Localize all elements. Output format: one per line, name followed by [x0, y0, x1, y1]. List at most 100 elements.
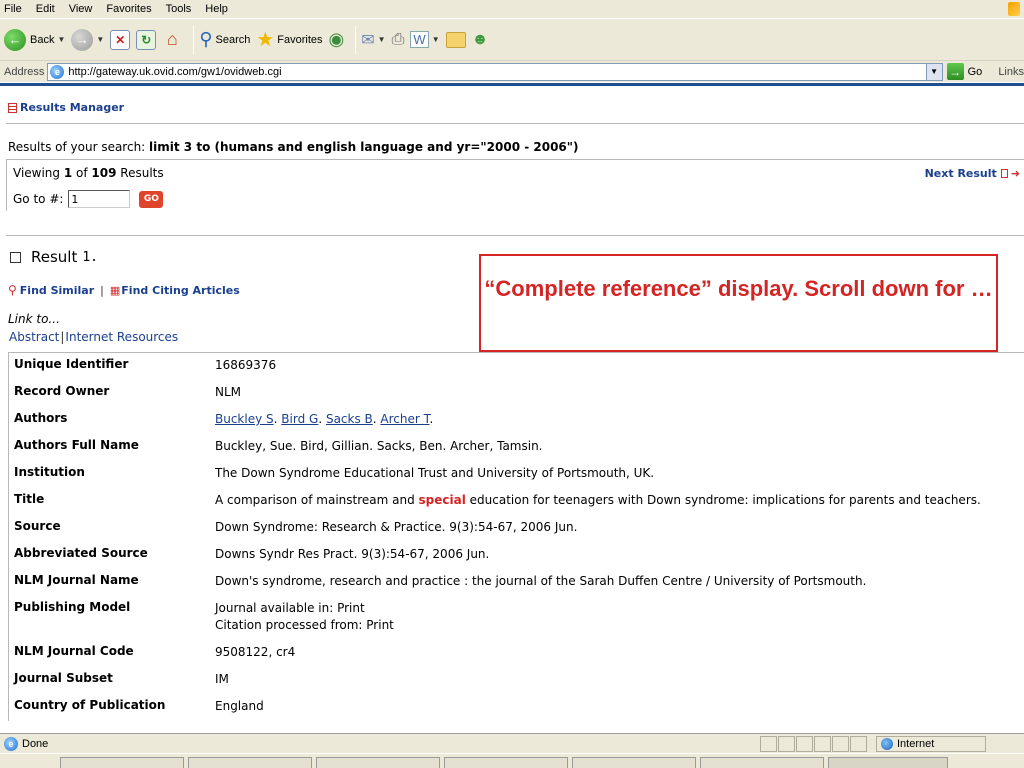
status-cell: [814, 735, 831, 752]
menu-view[interactable]: View: [69, 3, 93, 15]
search-icon: ⚲: [199, 29, 213, 49]
taskbar: [0, 753, 1024, 768]
author-link[interactable]: Sacks B: [326, 412, 373, 426]
viewing-prefix: Viewing: [13, 166, 64, 180]
field-value: Citation processed from: Print: [215, 618, 394, 632]
mail-dropdown-icon[interactable]: ▼: [378, 35, 386, 44]
citing-articles-icon: ▦: [109, 283, 121, 297]
security-zone: Internet: [876, 735, 986, 752]
internet-resources-link[interactable]: Internet Resources: [65, 330, 178, 344]
field-value: 9508122, cr4: [215, 645, 296, 659]
publishing-model-value: Journal available in: Print Citation pro…: [215, 600, 1015, 634]
menu-tools[interactable]: Tools: [166, 3, 192, 15]
status-cell: [760, 735, 777, 752]
next-result-link[interactable]: Next Result ➜: [925, 167, 1020, 180]
table-row: Publishing Model Journal available in: P…: [9, 596, 1024, 640]
back-dropdown-icon[interactable]: ▼: [57, 35, 65, 44]
menu-file[interactable]: File: [4, 3, 22, 15]
favorites-button[interactable]: ★ Favorites: [256, 27, 322, 52]
messenger-button[interactable]: ☻: [472, 31, 489, 49]
home-icon: ⌂: [166, 29, 178, 49]
field-value: Down Syndrome: Research & Practice. 9(3)…: [215, 520, 578, 534]
table-row: Abbreviated Source Downs Syndr Res Pract…: [9, 542, 1024, 569]
status-text: e Done: [0, 736, 760, 751]
field-value: Down's syndrome, research and practice :…: [215, 574, 867, 588]
table-row: Authors Full Name Buckley, Sue. Bird, Gi…: [9, 434, 1024, 461]
taskbar-button[interactable]: [188, 757, 312, 768]
forward-dropdown-icon[interactable]: ▼: [96, 35, 104, 44]
windows-logo-icon: [1008, 2, 1020, 16]
stop-button[interactable]: ✕: [110, 29, 131, 50]
search-label: Search: [215, 33, 251, 46]
taskbar-button[interactable]: [60, 757, 184, 768]
goto-go-button[interactable]: GO: [139, 190, 164, 208]
result-select-checkbox[interactable]: [10, 251, 21, 263]
abstract-link[interactable]: Abstract: [9, 330, 59, 344]
address-input[interactable]: e http://gateway.uk.ovid.com/gw1/ovidweb…: [47, 62, 943, 81]
viewing-box: Viewing 1 of 109 Results Next Result ➜ G…: [6, 159, 1024, 211]
refresh-button[interactable]: ↻: [136, 29, 157, 50]
table-row: Journal Subset IM: [9, 667, 1024, 694]
viewing-suffix: Results: [116, 166, 164, 180]
field-value: England: [215, 699, 264, 713]
media-button[interactable]: ◉: [329, 29, 345, 50]
back-arrow-icon: ←: [4, 28, 26, 51]
title-value: A comparison of mainstream and special e…: [215, 492, 1015, 509]
field-label: Title: [14, 492, 45, 506]
edit-dropdown-icon[interactable]: ▼: [432, 35, 440, 44]
menu-edit[interactable]: Edit: [36, 3, 55, 15]
find-links: ⚲ Find Similar | ▦ Find Citing Articles: [8, 283, 240, 297]
field-label: Country of Publication: [14, 698, 166, 712]
author-link[interactable]: Bird G: [281, 412, 318, 426]
taskbar-button[interactable]: [572, 757, 696, 768]
results-manager-bar: Results Manager: [6, 94, 1024, 124]
go-button[interactable]: → Go: [946, 63, 982, 80]
taskbar-button[interactable]: [316, 757, 440, 768]
ie-page-icon: e: [50, 64, 65, 79]
folder-button[interactable]: [445, 31, 466, 48]
refresh-icon: ↻: [136, 29, 157, 50]
taskbar-button[interactable]: [444, 757, 568, 768]
stop-icon: ✕: [110, 29, 131, 50]
field-value: Journal available in: Print: [215, 601, 365, 615]
field-value: IM: [215, 672, 229, 686]
taskbar-button-active[interactable]: [828, 757, 948, 768]
authors-value: Buckley S. Bird G. Sacks B. Archer T.: [215, 412, 434, 426]
taskbar-button[interactable]: [700, 757, 824, 768]
mail-button[interactable]: ✉ ▼: [361, 30, 385, 50]
result-number: 1.: [82, 249, 99, 265]
ie-page-icon: e: [4, 736, 18, 751]
author-link[interactable]: Archer T: [380, 412, 429, 426]
find-citing-link[interactable]: Find Citing Articles: [121, 284, 240, 297]
table-row: Country of Publication England: [9, 694, 1024, 721]
links-button[interactable]: Links: [998, 66, 1024, 78]
menu-favorites[interactable]: Favorites: [106, 3, 151, 15]
home-button[interactable]: ⌂: [162, 29, 182, 50]
goto-row: Go to #: GO: [13, 190, 164, 208]
section-divider: [6, 235, 1024, 236]
table-row: NLM Journal Name Down's syndrome, resear…: [9, 569, 1024, 596]
result-label: Result: [31, 248, 78, 266]
back-button[interactable]: ← Back ▼: [4, 28, 65, 51]
toolbar: ← Back ▼ → ▼ ✕ ↻ ⌂ ⚲ Search ★ Favorites …: [0, 18, 1024, 60]
folder-icon: [445, 31, 466, 48]
author-link[interactable]: Buckley S: [215, 412, 274, 426]
viewing-status: Viewing 1 of 109 Results: [13, 166, 164, 180]
table-row: Record Owner NLM: [9, 380, 1024, 407]
goto-input[interactable]: [68, 190, 131, 208]
menu-help[interactable]: Help: [205, 3, 228, 15]
field-value: Downs Syndr Res Pract. 9(3):54-67, 2006 …: [215, 547, 490, 561]
search-button[interactable]: ⚲ Search: [199, 29, 250, 50]
find-similar-link[interactable]: Find Similar: [20, 284, 94, 297]
status-cell: [832, 735, 849, 752]
edit-button[interactable]: W ▼: [410, 31, 440, 48]
results-manager-link[interactable]: Results Manager: [20, 101, 124, 114]
forward-arrow-icon: →: [71, 28, 94, 51]
page-content[interactable]: Results Manager Results of your search: …: [0, 86, 1024, 733]
viewing-total: 109: [91, 166, 117, 180]
forward-button[interactable]: → ▼: [71, 28, 104, 51]
media-icon: ◉: [328, 29, 345, 49]
print-button[interactable]: ⎙: [392, 31, 405, 49]
goto-label: Go to #:: [13, 192, 64, 206]
address-dropdown-icon[interactable]: ▼: [925, 63, 942, 80]
